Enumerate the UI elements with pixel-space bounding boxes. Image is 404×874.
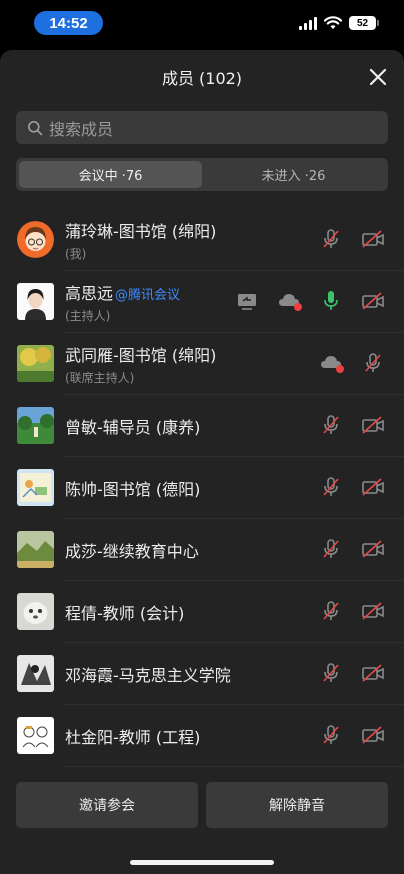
- camera-off-icon[interactable]: [360, 412, 386, 438]
- avatar: [17, 407, 54, 444]
- member-role: (主持人): [65, 309, 111, 323]
- tab-not-joined[interactable]: 未进入 ·26: [202, 161, 385, 188]
- close-icon: [369, 68, 387, 86]
- member-name: 蒲玲琳-图书馆 (绵阳): [65, 222, 217, 241]
- mic-muted-icon[interactable]: [318, 226, 344, 252]
- avatar: [17, 531, 54, 568]
- avatar: [17, 283, 54, 320]
- mic-muted-icon[interactable]: [318, 598, 344, 624]
- sheet-title: 成员 (102): [161, 69, 243, 88]
- member-name: 武同雁-图书馆 (绵阳): [65, 346, 217, 365]
- member-name: 曾敏-辅导员 (康养): [65, 418, 201, 437]
- cellular-signal-icon: [299, 16, 317, 30]
- member-row[interactable]: 武同雁-图书馆 (绵阳) (联席主持人): [0, 333, 404, 395]
- member-row[interactable]: 程倩-教师 (会计): [0, 581, 404, 643]
- status-bar: 14:52 52: [0, 0, 404, 46]
- mic-muted-icon[interactable]: [318, 412, 344, 438]
- search-placeholder: 搜索成员: [49, 119, 114, 139]
- member-tabs: 会议中 ·76 未进入 ·26: [16, 158, 388, 191]
- member-row[interactable]: 高思远 @腾讯会议 (主持人): [0, 271, 404, 333]
- member-org-tag: @腾讯会议: [115, 288, 181, 303]
- member-name: 陈帅-图书馆 (德阳): [65, 480, 201, 499]
- avatar: [17, 469, 54, 506]
- member-row[interactable]: 曾敏-辅导员 (康养): [0, 395, 404, 457]
- member-role: (联席主持人): [65, 371, 135, 385]
- recording-dot: [336, 365, 344, 373]
- search-icon: [28, 120, 43, 135]
- member-row[interactable]: 成莎-继续教育中心: [0, 519, 404, 581]
- unmute-all-button[interactable]: 解除静音: [206, 782, 388, 828]
- close-button[interactable]: [368, 67, 388, 87]
- avatar: [17, 221, 54, 258]
- wifi-icon: [324, 16, 342, 29]
- member-name: 杜金阳-教师 (工程): [65, 728, 201, 747]
- battery-icon: 52: [349, 16, 379, 30]
- avatar: [17, 655, 54, 692]
- tab-in-meeting[interactable]: 会议中 ·76: [19, 161, 202, 188]
- mic-muted-icon[interactable]: [360, 350, 386, 376]
- mic-muted-icon[interactable]: [318, 536, 344, 562]
- status-time[interactable]: 14:52: [34, 11, 103, 35]
- bottom-actions: 邀请参会 解除静音: [16, 782, 388, 828]
- cloud-record-icon[interactable]: [276, 288, 302, 314]
- screen-share-icon[interactable]: [234, 288, 260, 314]
- member-name: 高思远: [65, 284, 114, 303]
- member-role: (我): [65, 247, 87, 261]
- camera-off-icon[interactable]: [360, 474, 386, 500]
- member-row[interactable]: 陈帅-图书馆 (德阳): [0, 457, 404, 519]
- avatar: [17, 593, 54, 630]
- camera-off-icon[interactable]: [360, 660, 386, 686]
- camera-off-icon[interactable]: [360, 226, 386, 252]
- mic-on-icon[interactable]: [318, 288, 344, 314]
- camera-off-icon[interactable]: [360, 598, 386, 624]
- member-name: 成莎-继续教育中心: [65, 542, 199, 561]
- camera-off-icon[interactable]: [360, 722, 386, 748]
- mic-muted-icon[interactable]: [318, 660, 344, 686]
- member-row[interactable]: 杜金阳-教师 (工程): [0, 705, 404, 767]
- members-sheet: 成员 (102) 搜索成员 会议中 ·76 未进入 ·26 蒲玲琳-图书馆 (绵…: [0, 50, 404, 874]
- invite-button[interactable]: 邀请参会: [16, 782, 198, 828]
- home-indicator[interactable]: [130, 860, 274, 865]
- mic-muted-icon[interactable]: [318, 722, 344, 748]
- member-list: 蒲玲琳-图书馆 (绵阳) (我) 高思远 @腾讯会议 (主持人) 武同雁-图书馆…: [0, 209, 404, 767]
- member-row[interactable]: 邓海霞-马克思主义学院: [0, 643, 404, 705]
- recording-dot: [294, 303, 302, 311]
- avatar: [17, 345, 54, 382]
- search-input[interactable]: 搜索成员: [16, 111, 388, 144]
- cloud-record-icon[interactable]: [318, 350, 344, 376]
- member-row[interactable]: 蒲玲琳-图书馆 (绵阳) (我): [0, 209, 404, 271]
- mic-muted-icon[interactable]: [318, 474, 344, 500]
- camera-off-icon[interactable]: [360, 288, 386, 314]
- member-name: 程倩-教师 (会计): [65, 604, 185, 623]
- avatar: [17, 717, 54, 754]
- member-name: 邓海霞-马克思主义学院: [65, 666, 231, 685]
- camera-off-icon[interactable]: [360, 536, 386, 562]
